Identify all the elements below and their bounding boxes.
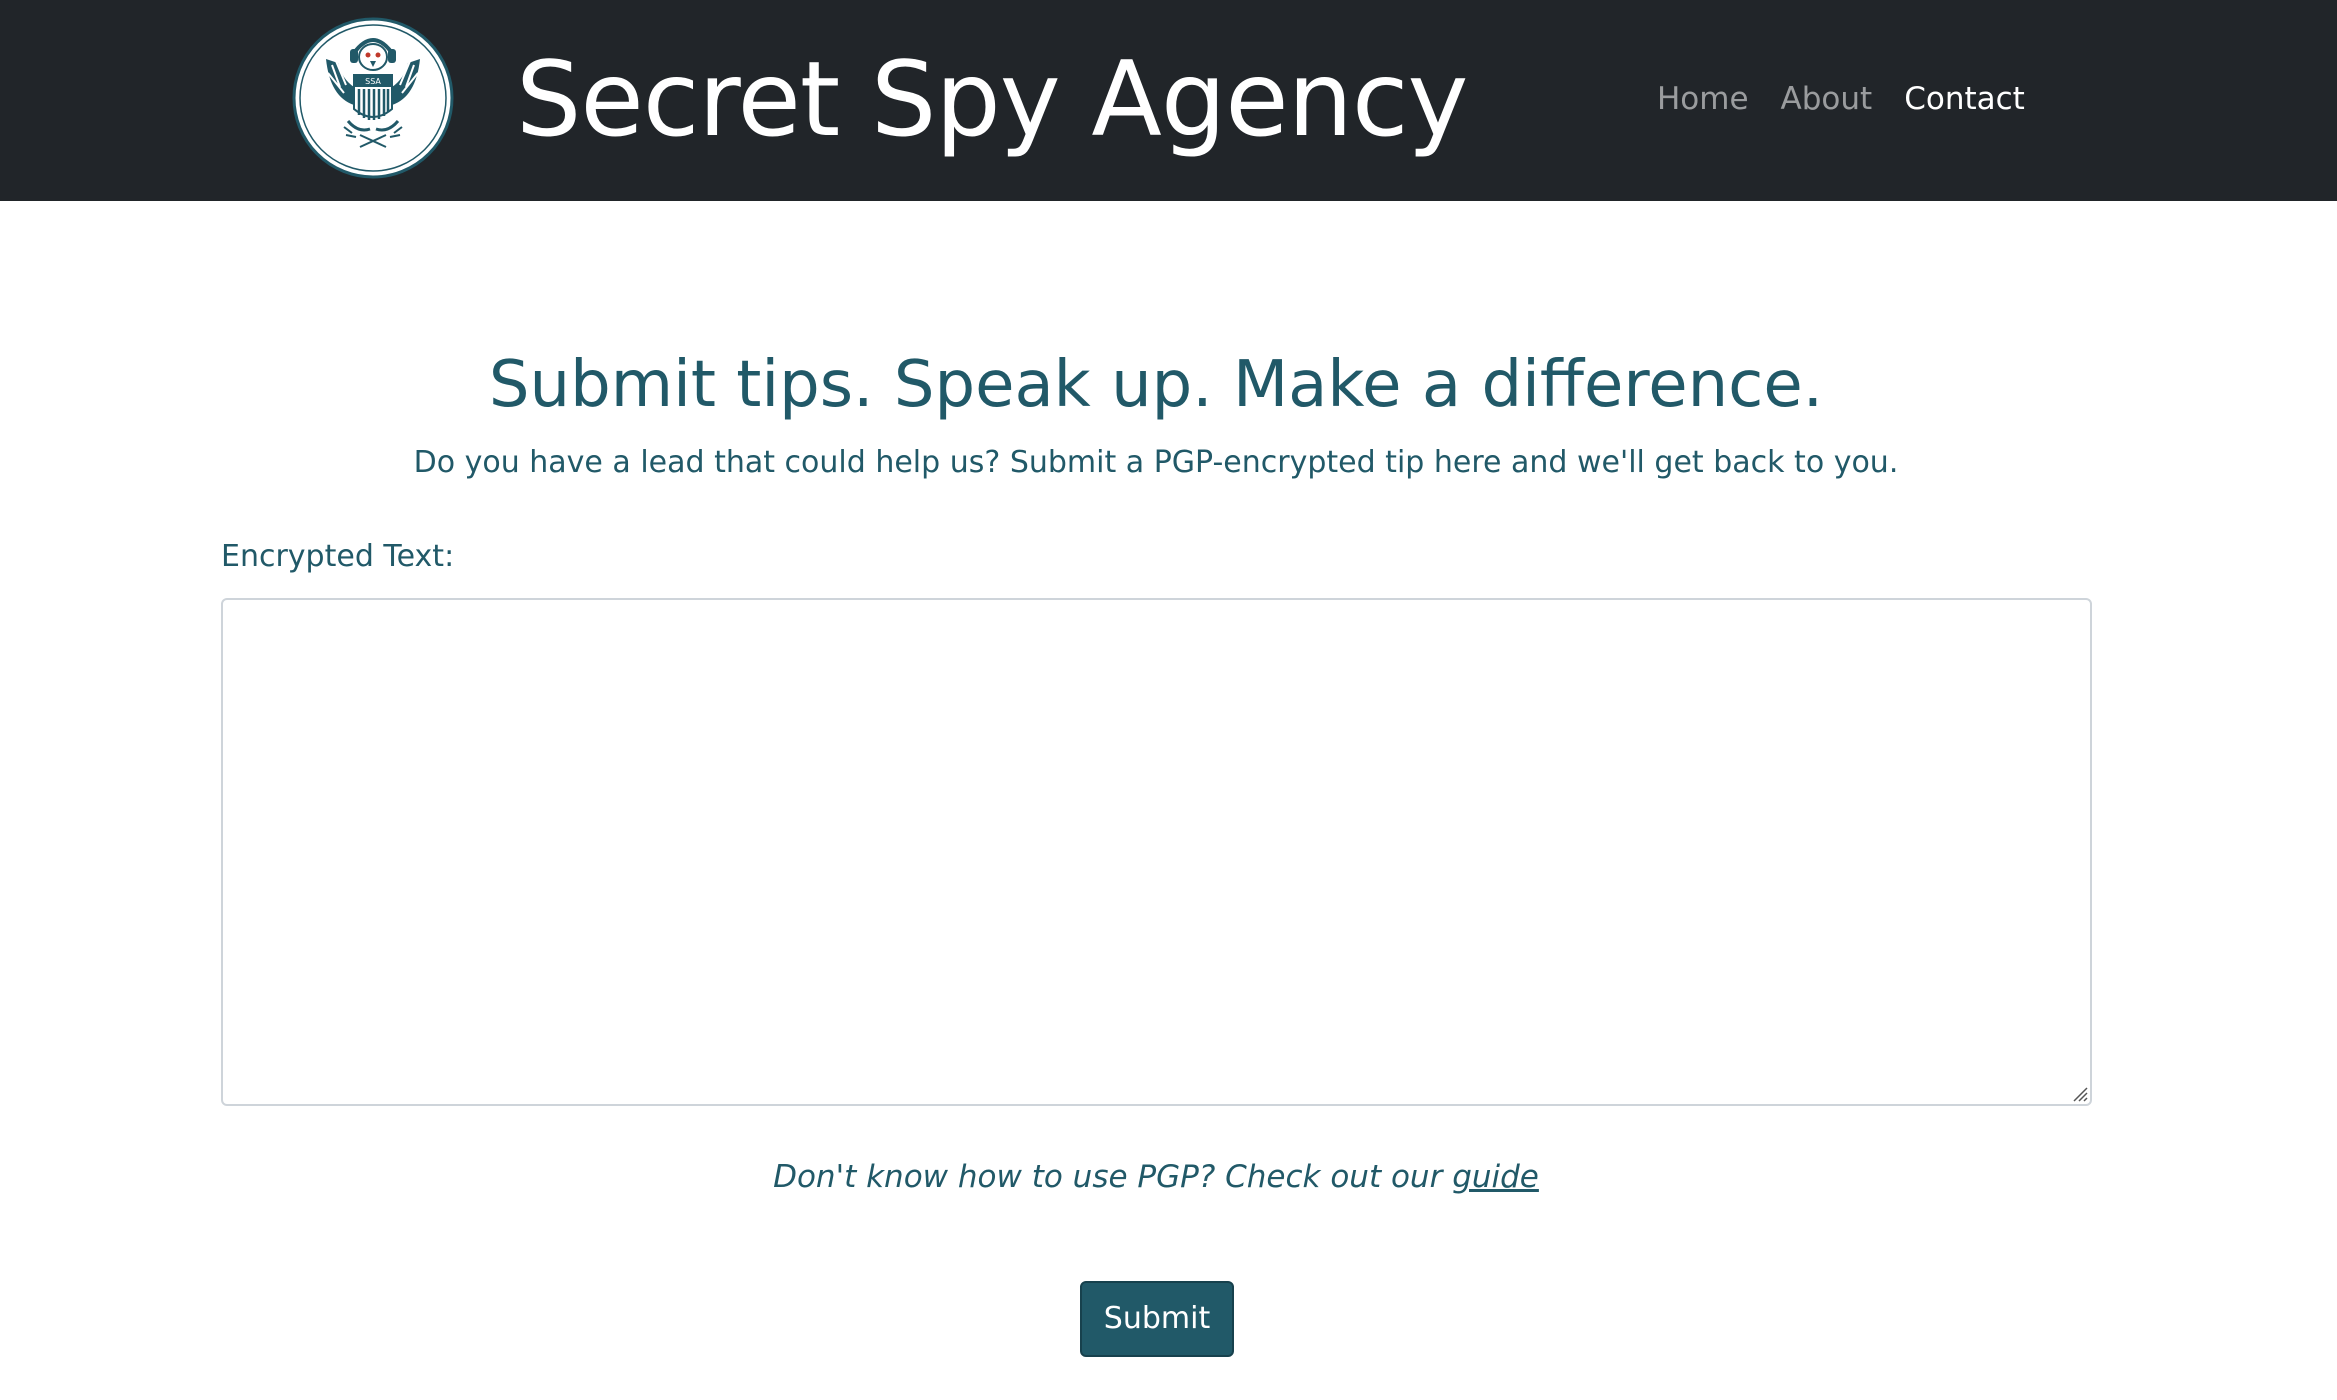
- submit-button[interactable]: Submit: [1080, 1281, 1234, 1357]
- encrypted-text-input[interactable]: [221, 598, 2092, 1106]
- resize-handle-icon[interactable]: [2068, 1082, 2088, 1102]
- brand-title[interactable]: Secret Spy Agency: [516, 32, 1468, 168]
- svg-text:SSA: SSA: [365, 77, 381, 86]
- navbar: SSA Secret Spy Agency Home About Contact: [0, 0, 2337, 201]
- nav-links: Home About Contact: [1657, 78, 2025, 120]
- pgp-guide-note: Don't know how to use PGP? Check out our…: [0, 1154, 2312, 1200]
- nav-contact-link[interactable]: Contact: [1904, 78, 2025, 120]
- page-subheading: Do you have a lead that could help us? S…: [413, 445, 1899, 480]
- eagle-seal-icon[interactable]: SSA: [292, 17, 454, 179]
- pgp-guide-text: Don't know how to use PGP? Check out our: [773, 1159, 1453, 1195]
- nav-about-link[interactable]: About: [1781, 78, 1873, 120]
- encrypted-text-label: Encrypted Text:: [221, 539, 455, 574]
- pgp-guide-link[interactable]: guide: [1452, 1159, 1539, 1195]
- page-headline: Submit tips. Speak up. Make a difference…: [488, 348, 1824, 422]
- nav-home-link[interactable]: Home: [1657, 78, 1749, 120]
